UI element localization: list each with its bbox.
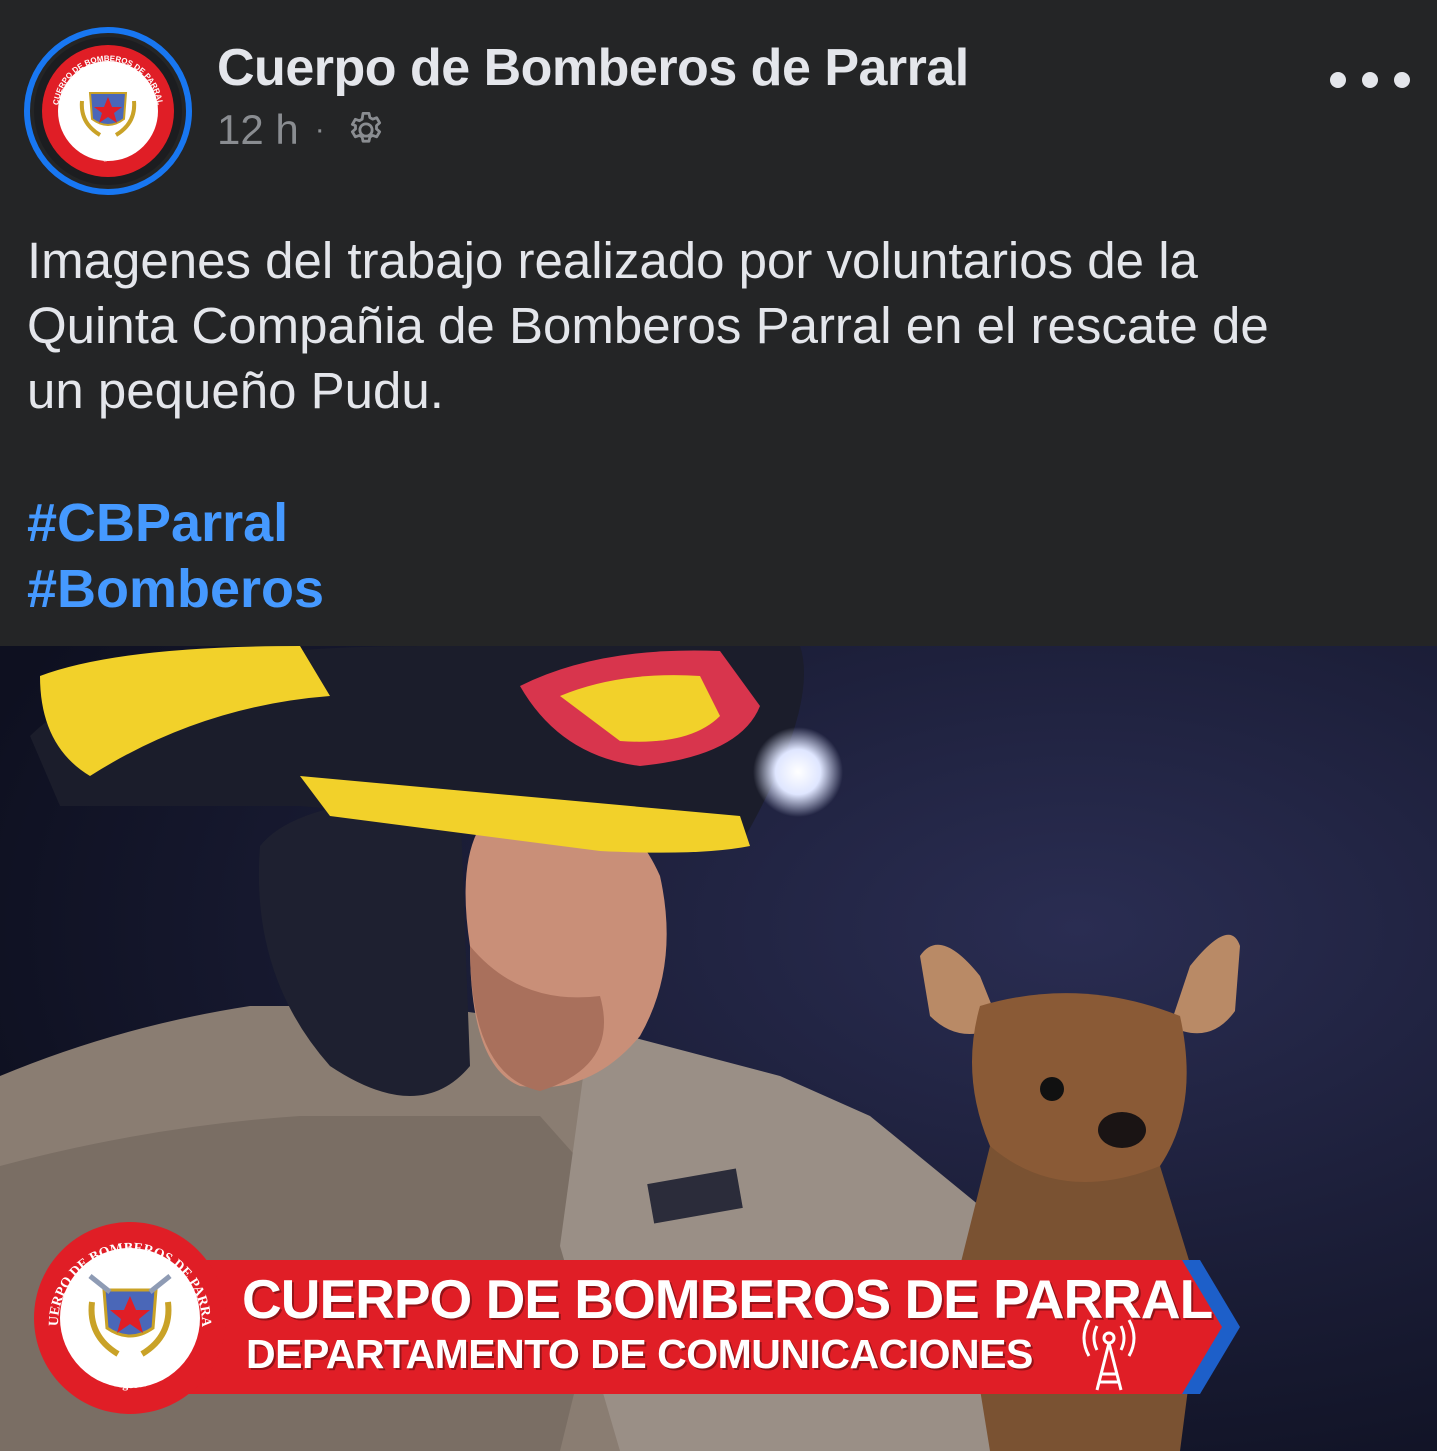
meta-separator: · (314, 113, 325, 146)
bomberos-logo-icon: CUERPO DE BOMBEROS DE PARRAL 15 de Agost… (24, 27, 192, 195)
hashtag-link[interactable]: #Bomberos (27, 556, 324, 622)
gear-icon[interactable] (345, 109, 387, 151)
hashtag-link[interactable]: #CBParral (27, 490, 324, 556)
post-header: CUERPO DE BOMBEROS DE PARRAL 15 de Agost… (0, 0, 1437, 210)
more-options-icon[interactable] (1330, 60, 1410, 100)
banner-title: CUERPO DE BOMBEROS DE PARRAL (242, 1268, 1213, 1330)
bomberos-logo-icon: CUERPO DE BOMBEROS DE PARRAL 15 de Agost… (32, 1220, 226, 1414)
page-name[interactable]: Cuerpo de Bomberos de Parral (217, 38, 969, 98)
photo-banner: CUERPO DE BOMBEROS DE PARRAL DEPARTAMENT… (0, 1214, 1437, 1451)
post-meta: 12 h · (217, 104, 387, 156)
post-text: Imagenes del trabajo realizado por volun… (27, 228, 1417, 423)
post-text-line: un pequeño Pudu. (27, 362, 444, 419)
post-timestamp[interactable]: 12 h (217, 106, 299, 154)
page-avatar[interactable]: CUERPO DE BOMBEROS DE PARRAL 15 de Agost… (24, 27, 192, 195)
banner-subtitle: DEPARTAMENTO DE COMUNICACIONES (246, 1331, 1033, 1377)
radio-antenna-icon (1082, 1319, 1136, 1391)
more-dot (1394, 72, 1410, 88)
post-photo[interactable]: CUERPO DE BOMBEROS DE PARRAL DEPARTAMENT… (0, 646, 1437, 1451)
post-text-line: Quinta Compañia de Bomberos Parral en el… (27, 297, 1269, 354)
hashtags: #CBParral #Bomberos (27, 490, 324, 622)
more-dot (1330, 72, 1346, 88)
more-dot (1362, 72, 1378, 88)
post-text-line: Imagenes del trabajo realizado por volun… (27, 232, 1198, 289)
